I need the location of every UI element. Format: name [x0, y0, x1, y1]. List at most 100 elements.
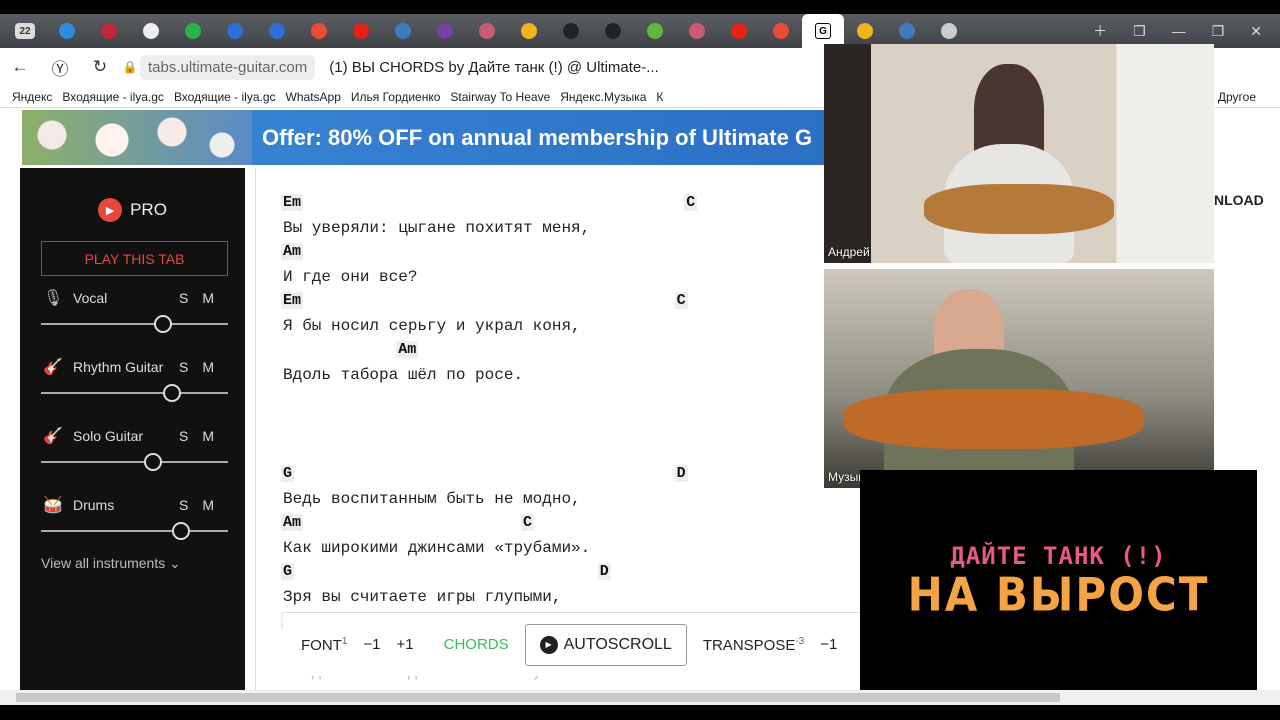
chord[interactable]: Am: [281, 514, 304, 531]
maximize-button[interactable]: ❐: [1212, 23, 1225, 40]
browser-tab[interactable]: [214, 14, 256, 48]
bookmark-item[interactable]: Входящие - ilya.gc: [62, 90, 164, 104]
browser-tab[interactable]: [172, 14, 214, 48]
window-controls: ＋ ❐ — ❐ ✕: [1093, 14, 1280, 48]
chord[interactable]: C: [521, 514, 535, 531]
back-icon[interactable]: ←: [0, 57, 40, 77]
browser-tab[interactable]: [886, 14, 928, 48]
tab-strip: 22 G: [0, 14, 1280, 48]
autoscroll-button[interactable]: ▶ AUTOSCROLL: [524, 623, 687, 666]
chord[interactable]: Am: [281, 243, 304, 260]
chord[interactable]: D: [674, 465, 688, 482]
bookmark-item[interactable]: Входящие - ilya.gc: [174, 90, 276, 104]
browser-tab[interactable]: [340, 14, 382, 48]
browser-tab[interactable]: [298, 14, 340, 48]
chord[interactable]: D: [597, 563, 611, 580]
browser-tab[interactable]: [508, 14, 550, 48]
lyric-line: Как широкими джинсами «трубами».: [283, 539, 591, 557]
volume-slider[interactable]: [41, 530, 228, 532]
font-increase-button[interactable]: +1: [397, 636, 414, 653]
poster-band: ДАЙТЕ ТАНК (!): [950, 541, 1167, 570]
browser-tab[interactable]: [718, 14, 760, 48]
bookmark-item[interactable]: Илья Гордиенко: [351, 90, 441, 104]
browser-tab[interactable]: [676, 14, 718, 48]
volume-slider[interactable]: [41, 323, 228, 325]
mute-button[interactable]: M: [202, 359, 228, 375]
font-decrease-button[interactable]: −1: [363, 636, 380, 653]
volume-slider[interactable]: [41, 392, 228, 394]
banner-flowers: [22, 110, 252, 165]
browser-tab[interactable]: [88, 14, 130, 48]
solo-button[interactable]: S: [179, 497, 202, 513]
browser-tab[interactable]: [760, 14, 802, 48]
youtube-icon: [353, 23, 369, 39]
browser-tab[interactable]: [466, 14, 508, 48]
solo-button[interactable]: S: [179, 428, 202, 444]
other-bookmarks[interactable]: Другое: [1218, 90, 1256, 104]
chord[interactable]: Am: [396, 341, 419, 358]
guitar-g-icon: G: [815, 23, 831, 39]
instrument-name: Rhythm Guitar: [73, 359, 164, 375]
play-icon: ▶: [539, 635, 558, 654]
bookmark-item[interactable]: Яндекс.Музыка: [560, 90, 646, 104]
bookmark-item[interactable]: К: [656, 90, 663, 104]
new-tab-button[interactable]: ＋: [1093, 21, 1107, 41]
browser-tab[interactable]: [592, 14, 634, 48]
yandex-icon: [773, 23, 789, 39]
reload-icon[interactable]: ↻: [80, 57, 120, 77]
lyric-line: Вдоль табора шёл по росе.: [283, 366, 524, 384]
bookmark-item[interactable]: Яндекс: [12, 90, 52, 104]
chord[interactable]: G: [281, 465, 295, 482]
browser-tab[interactable]: [46, 14, 88, 48]
tab-counter[interactable]: 22: [4, 14, 46, 48]
slider-knob[interactable]: [144, 453, 163, 471]
yandex-icon[interactable]: Ⓨ: [40, 55, 80, 80]
browser-tab[interactable]: [130, 14, 172, 48]
slider-knob[interactable]: [172, 522, 191, 540]
video-tile-studio[interactable]: Музыкальная студия VsevGuitar: [824, 269, 1214, 488]
slider-knob[interactable]: [153, 315, 172, 333]
slider-knob[interactable]: [162, 384, 181, 402]
video-tile-andrey[interactable]: Андрей: [824, 44, 1214, 263]
solo-button[interactable]: S: [179, 290, 202, 306]
scrollbar-thumb[interactable]: [16, 693, 1060, 702]
collections-icon[interactable]: ❐: [1133, 23, 1146, 40]
chord[interactable]: G: [281, 563, 295, 580]
close-button[interactable]: ✕: [1250, 23, 1262, 40]
instrument-solo-guitar: 🎸 Solo Guitar SM: [41, 428, 228, 488]
transpose-down-button[interactable]: −1: [820, 636, 837, 653]
browser-tab[interactable]: [256, 14, 298, 48]
browser-tab[interactable]: [928, 14, 970, 48]
minimize-button[interactable]: —: [1172, 23, 1186, 39]
pro-logo[interactable]: ▶ PRO: [20, 198, 245, 222]
browser-tab[interactable]: [844, 14, 886, 48]
mute-button[interactable]: M: [202, 290, 228, 306]
download-button[interactable]: NLOAD: [1214, 192, 1264, 208]
zoom-icon: [269, 23, 285, 39]
album-poster: ДАЙТЕ ТАНК (!) НА ВЫРОСТ: [860, 470, 1257, 690]
browser-tab[interactable]: [634, 14, 676, 48]
solo-button[interactable]: S: [179, 359, 202, 375]
chord[interactable]: Em: [281, 194, 304, 211]
instrument-drums: 🥁 Drums SM: [41, 497, 228, 557]
electric-guitar-icon: 🎸: [43, 428, 63, 445]
page-title: (1) ВЫ CHORDS by Дайте танк (!) @ Ultima…: [329, 58, 659, 76]
bookmark-item[interactable]: Stairway To Heave: [450, 90, 550, 104]
browser-tab[interactable]: [550, 14, 592, 48]
chords-toggle[interactable]: CHORDS: [444, 636, 509, 653]
view-all-instruments-link[interactable]: View all instruments ⌄: [41, 555, 181, 572]
browser-tab[interactable]: [382, 14, 424, 48]
chord[interactable]: Em: [281, 292, 304, 309]
chord[interactable]: C: [684, 194, 698, 211]
play-this-tab-button[interactable]: PLAY THIS TAB: [41, 241, 228, 276]
participant-name: Андрей: [828, 245, 870, 259]
bookmark-item[interactable]: WhatsApp: [286, 90, 341, 104]
chord[interactable]: C: [674, 292, 688, 309]
browser-tab[interactable]: G: [802, 14, 844, 48]
whatsapp-icon: [185, 23, 201, 39]
browser-tab[interactable]: [424, 14, 466, 48]
url-field[interactable]: tabs.ultimate-guitar.com: [140, 54, 316, 80]
mute-button[interactable]: M: [202, 497, 228, 513]
mute-button[interactable]: M: [202, 428, 228, 444]
volume-slider[interactable]: [41, 461, 228, 463]
